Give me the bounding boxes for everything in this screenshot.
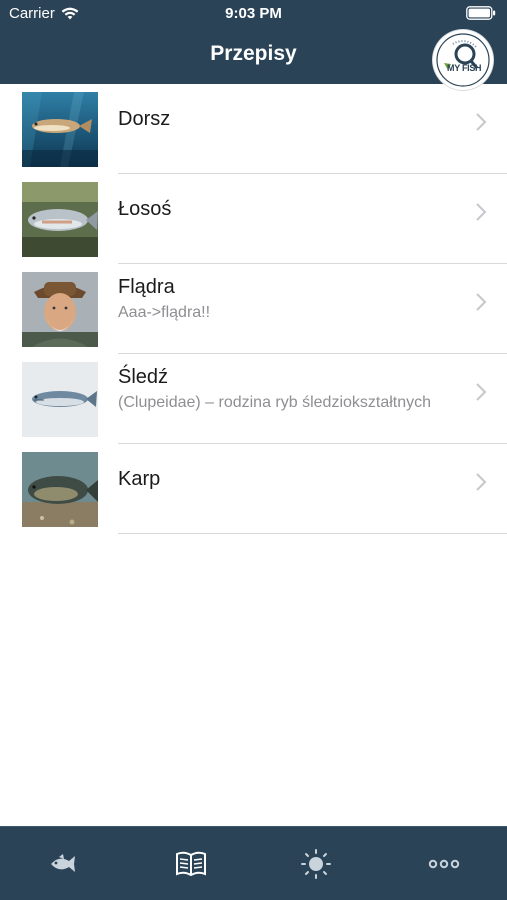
list-item[interactable]: Dorsz	[0, 84, 507, 174]
tab-bar	[0, 826, 507, 900]
salmon-thumbnail	[22, 182, 98, 257]
recipe-name: Łosoś	[118, 198, 172, 220]
herring-thumbnail	[22, 362, 98, 437]
chevron-right-icon	[476, 203, 487, 221]
recipe-subtitle: Aaa->flądra!!	[118, 304, 211, 321]
carp-thumbnail	[22, 452, 98, 527]
app-logo[interactable]: MY FISH	[433, 30, 493, 90]
tab-fish[interactable]	[43, 847, 83, 881]
list-item[interactable]: Karp	[0, 444, 507, 534]
fish-logo-icon	[436, 33, 490, 87]
sun-icon	[301, 849, 331, 879]
battery-icon	[466, 6, 496, 24]
chevron-right-icon	[476, 383, 487, 401]
cod-thumbnail	[22, 92, 98, 167]
chevron-right-icon	[476, 473, 487, 491]
list-item[interactable]: Łosoś	[0, 174, 507, 264]
portrait-thumbnail	[22, 272, 98, 347]
recipe-name: Flądra	[118, 276, 175, 298]
recipe-name: Karp	[118, 468, 161, 490]
status-time: 9:03 PM	[225, 5, 282, 22]
tab-more[interactable]	[424, 847, 464, 881]
navigation-bar: Przepisy	[0, 28, 507, 84]
chevron-right-icon	[476, 293, 487, 311]
recipe-list: Dorsz Łosoś Flądra Aaa->flądra!! Śledź (…	[0, 84, 507, 534]
page-title: Przepisy	[210, 42, 297, 65]
list-item[interactable]: Śledź (Clupeidae) – rodzina ryb śledziok…	[0, 354, 507, 444]
more-icon	[428, 859, 460, 869]
tab-weather[interactable]	[296, 847, 336, 881]
chevron-right-icon	[476, 113, 487, 131]
status-bar: Carrier 9:03 PM	[0, 0, 507, 28]
recipe-name: Śledź	[118, 366, 169, 388]
recipe-name: Dorsz	[118, 108, 171, 130]
list-item[interactable]: Flądra Aaa->flądra!!	[0, 264, 507, 354]
fish-icon	[51, 854, 75, 872]
logo-text: MY FISH	[447, 63, 482, 73]
tab-recipes[interactable]	[171, 847, 211, 881]
recipe-subtitle: (Clupeidae) – rodzina ryb śledziokształt…	[118, 394, 432, 411]
book-icon	[176, 851, 206, 877]
row-divider	[118, 533, 507, 534]
